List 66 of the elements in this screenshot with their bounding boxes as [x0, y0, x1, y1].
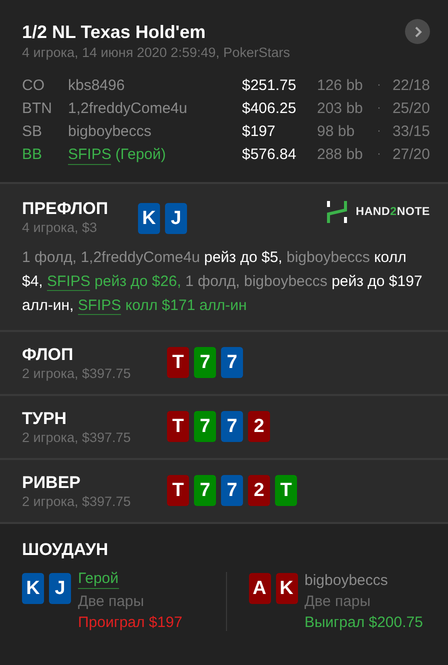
playing-card: 7 — [221, 411, 243, 442]
player-position: SB — [22, 122, 44, 141]
hand-combination: Две пары — [304, 592, 371, 612]
player-stats: 25/20 — [391, 99, 430, 118]
player-link[interactable]: SFIPS — [78, 297, 122, 315]
action-log: 1 фолд, 1,2freddyCome4u рейз до $5, bigboybeccs колл $4, SFIPS рейз до $26, 1 фолд, bigboybeccs рейз до $197 алл-ин, SFIPS колл $171 алл-ин — [22, 248, 424, 317]
playing-card: 7 — [221, 475, 243, 506]
hero-label: (Герой) — [115, 144, 166, 164]
player-link[interactable]: SFIPS — [47, 273, 90, 291]
hand-result: Выиграл $200.75 — [304, 613, 423, 633]
player-link[interactable]: Герой — [78, 570, 119, 589]
playing-card: J — [49, 573, 71, 604]
player-stack: $406.25 — [242, 99, 298, 118]
playing-card: 7 — [194, 347, 216, 378]
playing-card: T — [275, 475, 297, 506]
hand-info: 4 игрока, 14 июня 2020 2:59:49, PokerStars — [22, 44, 292, 62]
street-title: ПРЕФЛОП — [22, 199, 110, 219]
separator-dot: · — [376, 101, 382, 116]
player-position: BTN — [22, 99, 53, 118]
separator-dot: · — [376, 78, 382, 93]
playing-card: K — [22, 573, 44, 604]
street-info: 2 игрока, $397.75 — [22, 429, 132, 446]
street-title: ФЛОП — [22, 345, 74, 365]
playing-card: T — [167, 347, 189, 378]
logo-icon — [326, 201, 348, 223]
hand-result: Проиграл $197 — [78, 613, 182, 633]
hand-combination: Две пары — [78, 592, 144, 612]
playing-card: 7 — [221, 347, 243, 378]
playing-card: 2 — [248, 475, 270, 506]
playing-card: A — [248, 573, 270, 604]
player-stack: $197 — [242, 122, 276, 141]
player-name: bigboybeccs — [68, 122, 152, 141]
street-info: 4 игрока, $3 — [22, 219, 98, 236]
player-stack: $576.84 — [242, 145, 298, 164]
player-name: kbs8496 — [68, 76, 125, 95]
hand-title: 1/2 NL Texas Hold'em — [22, 21, 206, 44]
playing-card: T — [167, 411, 189, 442]
playing-card: J — [165, 203, 187, 234]
player-position: BB — [22, 145, 44, 164]
playing-card: 7 — [194, 411, 216, 442]
logo-text: HAND2NOTE — [356, 206, 430, 218]
stack-bb: 288 bb — [317, 145, 364, 164]
player-name: 1,2freddyCome4u — [68, 99, 188, 118]
player-position: CO — [22, 76, 46, 95]
playing-card: 2 — [248, 411, 270, 442]
playing-card: 7 — [194, 475, 216, 506]
showdown-title: ШОУДАУН — [22, 540, 110, 560]
playing-card: T — [167, 475, 189, 506]
next-button[interactable] — [405, 19, 430, 44]
street-info: 2 игрока, $397.75 — [22, 493, 132, 510]
player-name: bigboybeccs — [304, 571, 388, 591]
separator-dot: · — [376, 124, 382, 139]
player-stats: 22/18 — [391, 76, 430, 95]
street-title: РИВЕР — [22, 473, 82, 493]
street-title: ТУРН — [22, 409, 68, 429]
player-stats: 27/20 — [391, 145, 430, 164]
stack-bb: 126 bb — [317, 76, 364, 95]
player-stack: $251.75 — [242, 76, 298, 95]
stack-bb: 203 bb — [317, 99, 364, 118]
player-link[interactable]: SFIPS — [68, 144, 112, 164]
playing-card: K — [276, 573, 298, 604]
player-stats: 33/15 — [391, 122, 430, 141]
separator-dot: · — [376, 147, 382, 162]
street-info: 2 игрока, $397.75 — [22, 365, 132, 382]
playing-card: K — [138, 203, 160, 234]
stack-bb: 98 bb — [317, 122, 356, 141]
